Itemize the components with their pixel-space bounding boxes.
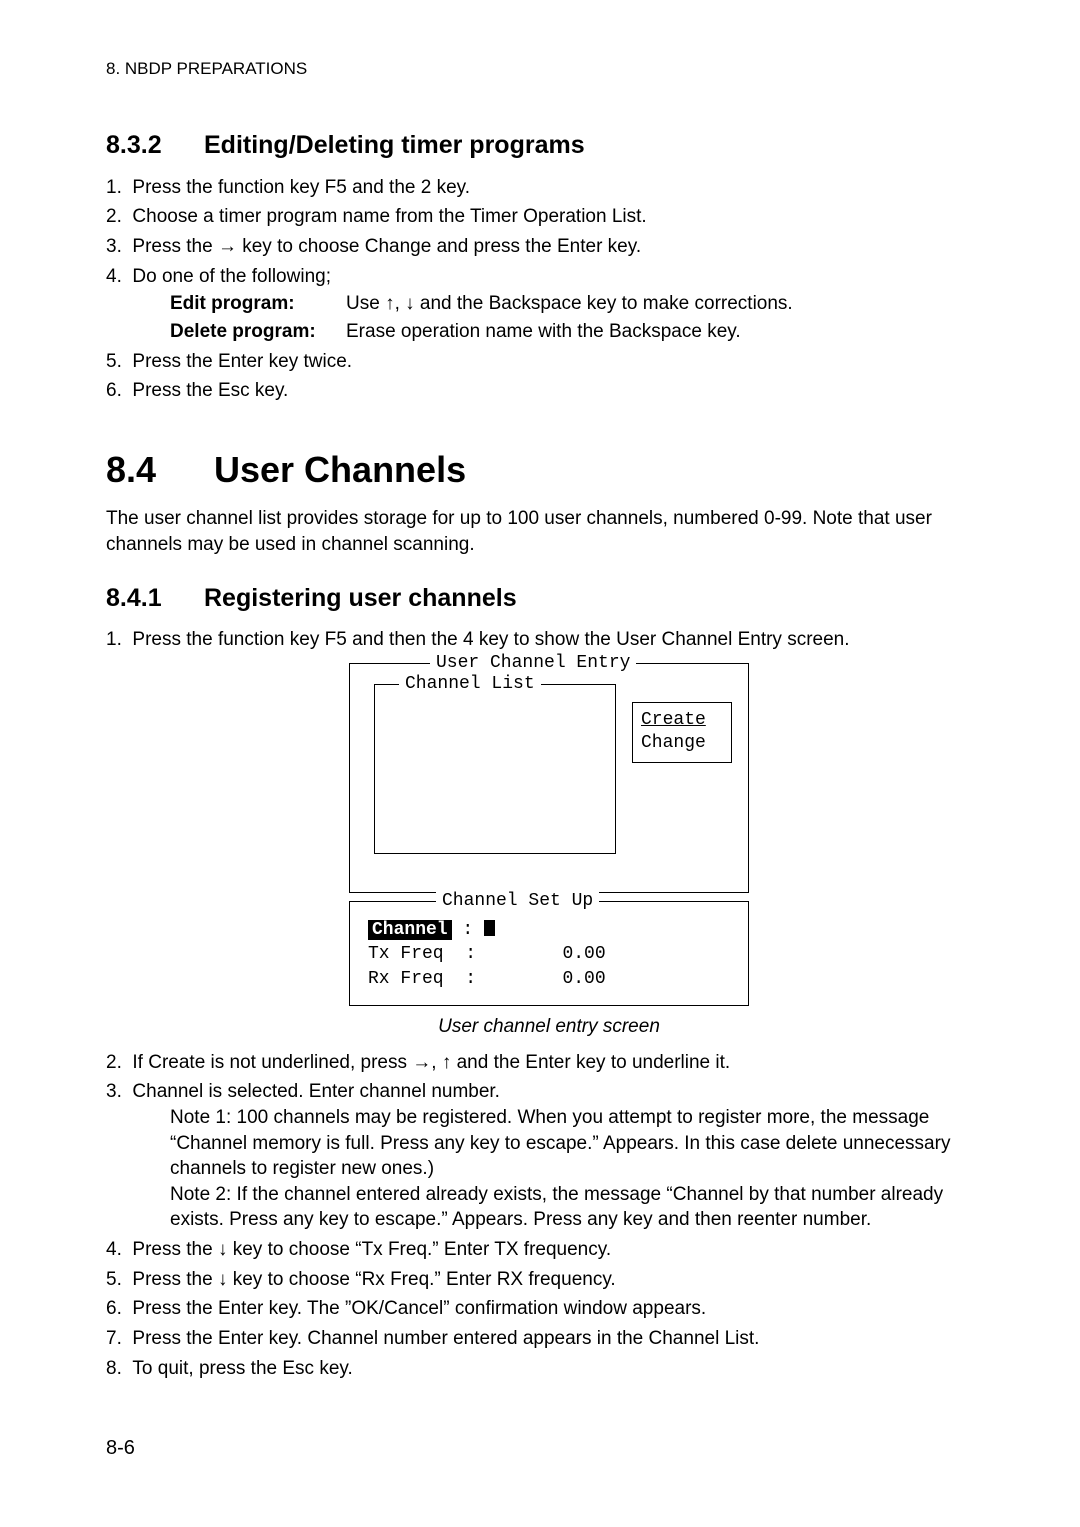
heading-8-4-1: 8.4.1Registering user channels xyxy=(106,582,992,616)
user-channel-entry-diagram: User Channel Entry Channel List Create C… xyxy=(106,663,992,1006)
step: 4. Press the ↓ key to choose “Tx Freq.” … xyxy=(106,1237,992,1263)
step: 2. If Create is not underlined, press →,… xyxy=(106,1050,992,1076)
channel-row: Channel : xyxy=(368,918,730,942)
page-header: 8. NBDP PREPARATIONS xyxy=(106,58,992,81)
step: 3. Press the → key to choose Change and … xyxy=(106,234,992,260)
box-legend: Channel Set Up xyxy=(436,889,599,913)
step: 6. Press the Esc key. xyxy=(106,378,992,404)
step: 6. Press the Enter key. The ”OK/Cancel” … xyxy=(106,1296,992,1322)
note-2: Note 2: If the channel entered already e… xyxy=(138,1182,992,1233)
step: 2. Choose a timer program name from the … xyxy=(106,204,992,230)
step: 7. Press the Enter key. Channel number e… xyxy=(106,1326,992,1352)
heading-title: Registering user channels xyxy=(204,584,517,612)
heading-title: User Channels xyxy=(214,449,466,490)
menu-change: Change xyxy=(641,732,723,755)
steps-841-a: 1. Press the function key F5 and then th… xyxy=(106,627,992,653)
edit-program-line: Edit program:Use ↑, ↓ and the Backspace … xyxy=(138,291,992,317)
steps-832: 1. Press the function key F5 and the 2 k… xyxy=(106,175,992,404)
page-number: 8-6 xyxy=(106,1435,992,1462)
edit-program-text: Use ↑, ↓ and the Backspace key to make c… xyxy=(346,293,793,314)
diagram-caption: User channel entry screen xyxy=(106,1014,992,1040)
channel-set-up-box: Channel Set Up Channel : Tx Freq : 0.00 … xyxy=(349,901,749,1006)
user-channel-entry-box: User Channel Entry Channel List Create C… xyxy=(349,663,749,893)
heading-number: 8.4.1 xyxy=(106,582,204,616)
edit-program-label: Edit program: xyxy=(170,291,346,317)
delete-program-text: Erase operation name with the Backspace … xyxy=(346,321,741,342)
step: 5. Press the Enter key twice. xyxy=(106,349,992,375)
delete-program-line: Delete program:Erase operation name with… xyxy=(138,319,992,345)
heading-8-3-2: 8.3.2Editing/Deleting timer programs xyxy=(106,129,992,163)
step: 8. To quit, press the Esc key. xyxy=(106,1356,992,1382)
step: 5. Press the ↓ key to choose “Rx Freq.” … xyxy=(106,1267,992,1293)
create-change-menu: Create Change xyxy=(632,702,732,763)
rxfreq-row: Rx Freq : 0.00 xyxy=(368,967,730,991)
note-1: Note 1: 100 channels may be registered. … xyxy=(138,1105,992,1182)
step: 3. Channel is selected. Enter channel nu… xyxy=(106,1079,992,1233)
delete-program-label: Delete program: xyxy=(170,319,346,345)
cursor-icon xyxy=(484,920,495,936)
intro-8-4: The user channel list provides storage f… xyxy=(106,506,992,557)
step: 1. Press the function key F5 and then th… xyxy=(106,627,992,653)
heading-title: Editing/Deleting timer programs xyxy=(204,131,585,159)
step: 1. Press the function key F5 and the 2 k… xyxy=(106,175,992,201)
channel-list-box: Channel List xyxy=(374,684,616,854)
step: 4. Do one of the following; Edit program… xyxy=(106,264,992,345)
txfreq-row: Tx Freq : 0.00 xyxy=(368,942,730,966)
heading-number: 8.4 xyxy=(106,446,214,495)
heading-number: 8.3.2 xyxy=(106,129,204,163)
box-legend: Channel List xyxy=(399,672,541,696)
steps-841-b: 2. If Create is not underlined, press →,… xyxy=(106,1050,992,1382)
heading-8-4: 8.4User Channels xyxy=(106,446,992,495)
menu-create: Create xyxy=(641,709,723,732)
channel-label-inverse: Channel xyxy=(368,920,452,940)
